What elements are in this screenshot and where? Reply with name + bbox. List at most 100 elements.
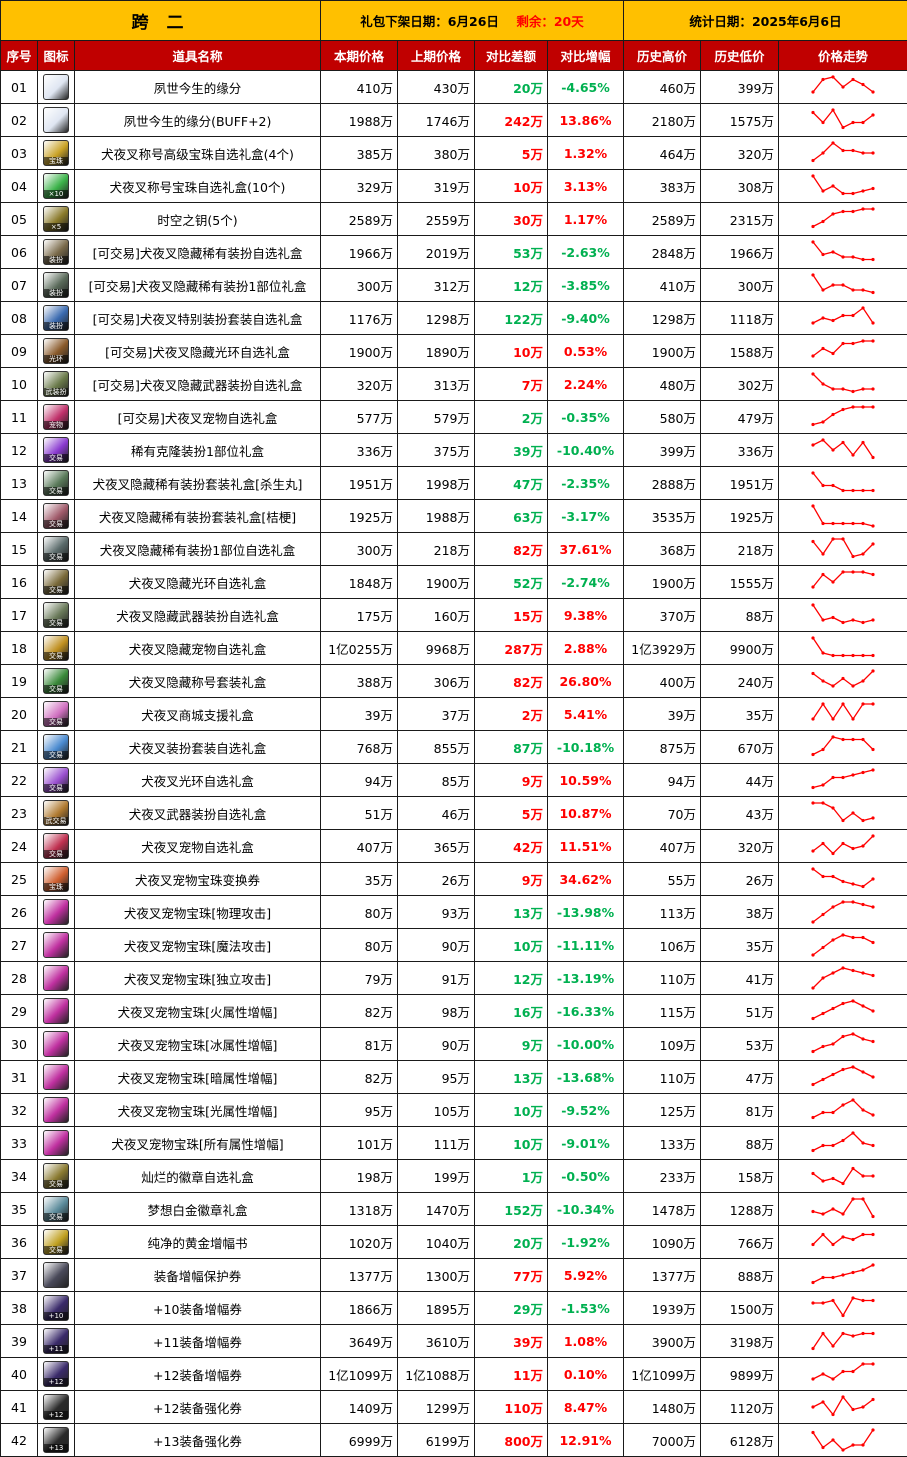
row-trend-cell	[778, 697, 907, 731]
sparkline-point	[851, 900, 855, 904]
table-row: 13 交易 犬夜叉隐藏稀有装扮套装礼盒[杀生丸] 1951万 1998万 47万 -2.35…	[0, 466, 907, 500]
sparkline-point	[831, 537, 835, 541]
row-name: [可交易]犬夜叉隐藏武器装扮自选礼盒	[74, 367, 321, 401]
table-row: 27 犬夜叉宠物宝珠[魔法攻击] 80万 90万 10万 -11.11% 106万 35万	[0, 928, 907, 962]
row-high: 3900万	[623, 1324, 702, 1358]
row-high: 3535万	[623, 499, 702, 533]
icon-tag: +10	[44, 1312, 68, 1320]
table-row: 29 犬夜叉宠物宝珠[火属性增幅] 82万 98万 16万 -16.33% 115万 51万	[0, 994, 907, 1028]
sparkline-point	[871, 113, 875, 117]
sparkline-point	[831, 283, 835, 287]
row-cur-price: 175万	[320, 598, 398, 632]
sparkline-point	[871, 321, 875, 325]
stat-date: 2025年6月6日	[751, 14, 842, 29]
sparkline	[811, 1098, 875, 1120]
sparkline-point	[831, 653, 835, 658]
sparkline-point	[841, 1331, 845, 1336]
row-diff: 13万	[474, 1060, 548, 1094]
row-icon-cell	[37, 1027, 75, 1061]
row-prev-price: 312万	[397, 268, 475, 302]
sparkline-point	[851, 1131, 855, 1135]
row-cur-price: 320万	[320, 367, 398, 401]
row-diff: 800万	[474, 1423, 548, 1457]
weapon-chest-icon: 交易	[43, 602, 69, 628]
sparkline-point	[871, 488, 875, 493]
row-trend-cell	[778, 1159, 907, 1193]
row-no: 25	[0, 862, 38, 896]
platinum-emblem-icon: 交易	[43, 1196, 69, 1222]
table-row: 36 交易 纯净的黄金增幅书 1020万 1040万 20万 -1.92% 1090万 766万	[0, 1225, 907, 1259]
row-prev-price: 1890万	[397, 334, 475, 368]
sparkline-point	[831, 684, 835, 688]
row-name: 犬夜叉称号高级宝珠自选礼盒(4个)	[74, 136, 321, 170]
sparkline-point	[871, 1039, 875, 1044]
row-no: 05	[0, 202, 38, 236]
row-no: 21	[0, 730, 38, 764]
sparkline-point	[841, 702, 845, 706]
sparkline-point	[851, 684, 855, 688]
row-diff: 39万	[474, 433, 548, 467]
sparkline-point	[831, 775, 835, 780]
row-cur-price: 1亿0255万	[320, 631, 398, 665]
row-icon-cell: 宝珠	[37, 136, 75, 170]
row-prev-price: 2559万	[397, 202, 475, 236]
row-high: 110万	[623, 1060, 702, 1094]
sparkline-point	[821, 702, 825, 706]
table-row: 42 +13 +13装备强化券 6999万 6199万 800万 12.91% 7000万 61…	[0, 1423, 907, 1457]
sparkline-point	[861, 1443, 865, 1447]
row-cur-price: 2589万	[320, 202, 398, 236]
server-name: 跨 二	[0, 0, 321, 41]
sparkline-point	[831, 938, 835, 942]
sparkline-point	[831, 1242, 835, 1247]
row-trend-cell	[778, 367, 907, 401]
sparkline-point	[841, 488, 845, 493]
row-cur-price: 6999万	[320, 1423, 398, 1457]
table-body: 01 夙世今生的缘分 410万 430万 20万 -4.65% 460万 399万 02 夙世今生…	[0, 70, 907, 1457]
sparkline-point	[841, 283, 845, 287]
sparkline-point	[811, 90, 815, 94]
sparkline-point	[871, 387, 875, 391]
row-diff: 42万	[474, 829, 548, 863]
sparkline-point	[831, 184, 835, 188]
sparkline-point	[871, 1397, 875, 1402]
row-high: 109万	[623, 1027, 702, 1061]
sparkline-point	[851, 882, 855, 886]
row-high: 1900万	[623, 334, 702, 368]
row-name: 犬夜叉宠物宝珠[所有属性增幅]	[74, 1126, 321, 1160]
row-high: 133万	[623, 1126, 702, 1160]
row-pct: 13.86%	[546, 103, 625, 137]
row-cur-price: 82万	[320, 994, 398, 1028]
row-high: 7000万	[623, 1423, 702, 1457]
col-cur: 本期价格	[320, 40, 398, 71]
sparkline-point	[821, 346, 825, 351]
sparkline-point	[831, 1042, 835, 1046]
row-trend-cell	[778, 994, 907, 1028]
row-prev-price: 306万	[397, 664, 475, 698]
sparkline	[811, 339, 875, 358]
row-diff: 20万	[474, 70, 548, 104]
sparkline-point	[861, 679, 865, 683]
sparkline-point	[831, 1412, 835, 1417]
sparkline-point	[841, 255, 845, 259]
col-no: 序号	[0, 40, 38, 71]
sparkline-point	[851, 653, 855, 658]
sparkline-point	[871, 1428, 875, 1432]
sparkline-point	[821, 572, 825, 577]
row-cur-price: 1318万	[320, 1192, 398, 1226]
row-cur-price: 35万	[320, 862, 398, 896]
row-diff: 10万	[474, 1126, 548, 1160]
row-name: 犬夜叉宠物宝珠[独立攻击]	[74, 961, 321, 995]
row-diff: 122万	[474, 301, 548, 335]
sparkline-point	[861, 1004, 865, 1008]
row-pct: -0.35%	[546, 400, 625, 434]
row-pct: 2.24%	[546, 367, 625, 401]
row-pct: 3.13%	[546, 169, 625, 203]
row-low: 300万	[700, 268, 780, 302]
sparkline-point	[851, 255, 855, 259]
row-name: 犬夜叉隐藏称号套装礼盒	[74, 664, 321, 698]
row-pct: -13.68%	[546, 1060, 625, 1094]
row-cur-price: 79万	[320, 961, 398, 995]
sparkline-point	[821, 77, 825, 82]
row-trend-cell	[778, 1126, 907, 1160]
row-pct: -10.00%	[546, 1027, 625, 1061]
